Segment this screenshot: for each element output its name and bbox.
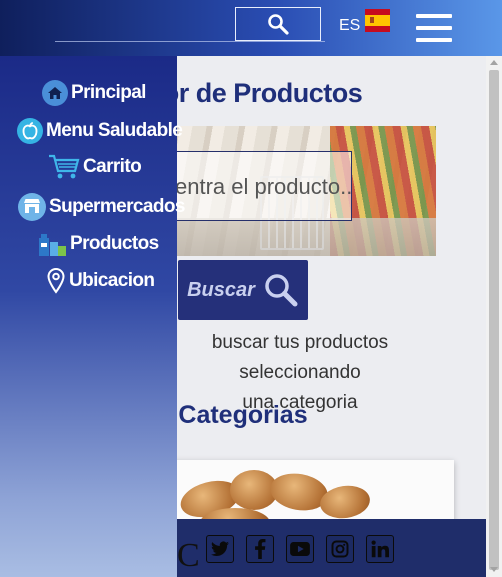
facebook-icon[interactable]: [246, 535, 274, 563]
categories-title: Categorias: [178, 401, 308, 429]
sidebar-item-label: Productos: [70, 233, 159, 254]
sidebar-item-principal[interactable]: Principal: [42, 80, 146, 106]
scrollbar-thumb[interactable]: [489, 70, 499, 570]
search-icon: [265, 274, 298, 307]
spain-flag-icon[interactable]: [365, 9, 390, 32]
location-pin-icon: [46, 268, 66, 294]
twitter-icon[interactable]: [206, 535, 234, 563]
scroll-down-arrow-icon[interactable]: [490, 567, 498, 572]
youtube-icon[interactable]: [286, 535, 314, 563]
home-icon: [42, 80, 68, 106]
sidebar-item-label: Carrito: [83, 156, 142, 177]
sidebar-item-menu-saludable[interactable]: Menu Saludable: [17, 118, 183, 144]
sidebar-item-carrito[interactable]: Carrito: [48, 154, 142, 180]
search-icon: [268, 14, 289, 35]
vertical-scrollbar[interactable]: [486, 56, 502, 577]
apple-icon: [17, 118, 43, 144]
store-icon: [18, 193, 46, 221]
hint-line-1: buscar tus productos seleccionando: [211, 332, 389, 383]
sidebar-item-label: Menu Saludable: [46, 120, 183, 141]
top-navbar: ES: [0, 0, 502, 56]
footer-partial-text: C: [177, 537, 200, 574]
linkedin-icon[interactable]: [366, 535, 394, 563]
products-icon: [37, 231, 67, 257]
language-selector[interactable]: ES: [339, 17, 360, 35]
sidebar-item-label: Supermercados: [49, 196, 185, 217]
sidebar-item-label: Principal: [71, 82, 146, 103]
scroll-up-arrow-icon[interactable]: [490, 60, 498, 65]
hamburger-menu-icon[interactable]: [416, 14, 452, 42]
sidebar-item-productos[interactable]: Productos: [37, 231, 159, 257]
header-search-button[interactable]: [235, 7, 321, 41]
sidebar-item-ubicacion[interactable]: Ubicacion: [46, 268, 155, 294]
sidebar-menu: Principal Menu Saludable Carrito Superme…: [0, 56, 185, 577]
sidebar-item-supermercados[interactable]: Supermercados: [18, 193, 185, 221]
cart-icon: [48, 154, 80, 180]
search-button-label: Buscar: [187, 278, 255, 301]
search-submit-button[interactable]: Buscar: [178, 260, 308, 320]
instagram-icon[interactable]: [326, 535, 354, 563]
sidebar-item-label: Ubicacion: [69, 270, 155, 291]
search-underline: [55, 41, 325, 42]
